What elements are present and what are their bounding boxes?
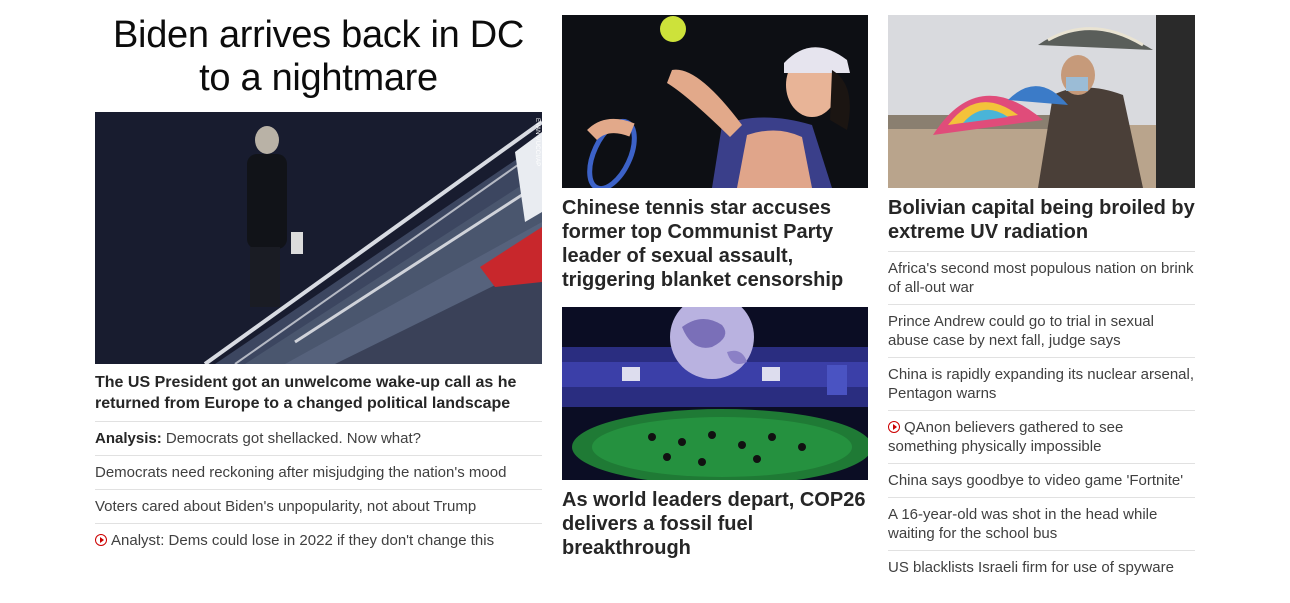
analysis-label: Analysis: — [95, 430, 162, 447]
lead-related-list: Analysis: Democrats got shellacked. Now … — [95, 421, 542, 557]
bolivia-story-title[interactable]: Bolivian capital being broiled by extrem… — [888, 196, 1195, 244]
bolivia-image[interactable] — [888, 15, 1195, 188]
image-credit: EVAN VUCCI/AP — [534, 118, 540, 167]
video-play-icon — [888, 421, 900, 433]
middle-column: Chinese tennis star accuses former top C… — [562, 0, 868, 560]
list-item[interactable]: Democrats need reckoning after misjudgin… — [95, 455, 542, 489]
list-item[interactable]: A 16-year-old was shot in the head while… — [888, 497, 1195, 550]
lead-headline[interactable]: Biden arrives back in DC to a nightmare — [95, 14, 542, 100]
lead-caption[interactable]: The US President got an unwelcome wake-u… — [95, 372, 542, 421]
right-column: Bolivian capital being broiled by extrem… — [888, 0, 1195, 584]
list-item[interactable]: Prince Andrew could go to trial in sexua… — [888, 304, 1195, 357]
list-item[interactable]: Analysis: Democrats got shellacked. Now … — [95, 421, 542, 455]
cop26-image[interactable] — [562, 307, 868, 480]
tennis-image[interactable] — [562, 15, 868, 188]
video-play-icon — [95, 534, 107, 546]
list-item[interactable]: Africa's second most populous nation on … — [888, 251, 1195, 304]
right-headline-list: Africa's second most populous nation on … — [888, 251, 1195, 584]
tennis-story-title[interactable]: Chinese tennis star accuses former top C… — [562, 196, 868, 292]
lead-column: Biden arrives back in DC to a nightmare … — [95, 0, 542, 557]
list-item[interactable]: Analyst: Dems could lose in 2022 if they… — [95, 523, 542, 557]
list-item[interactable]: China says goodbye to video game 'Fortni… — [888, 463, 1195, 497]
cop26-story-title[interactable]: As world leaders depart, COP26 delivers … — [562, 488, 868, 560]
list-item[interactable]: QAnon believers gathered to see somethin… — [888, 410, 1195, 463]
list-item[interactable]: Voters cared about Biden's unpopularity,… — [95, 489, 542, 523]
list-item[interactable]: US blacklists Israeli firm for use of sp… — [888, 550, 1195, 584]
lead-image[interactable]: EVAN VUCCI/AP — [95, 112, 542, 364]
list-item[interactable]: China is rapidly expanding its nuclear a… — [888, 357, 1195, 410]
